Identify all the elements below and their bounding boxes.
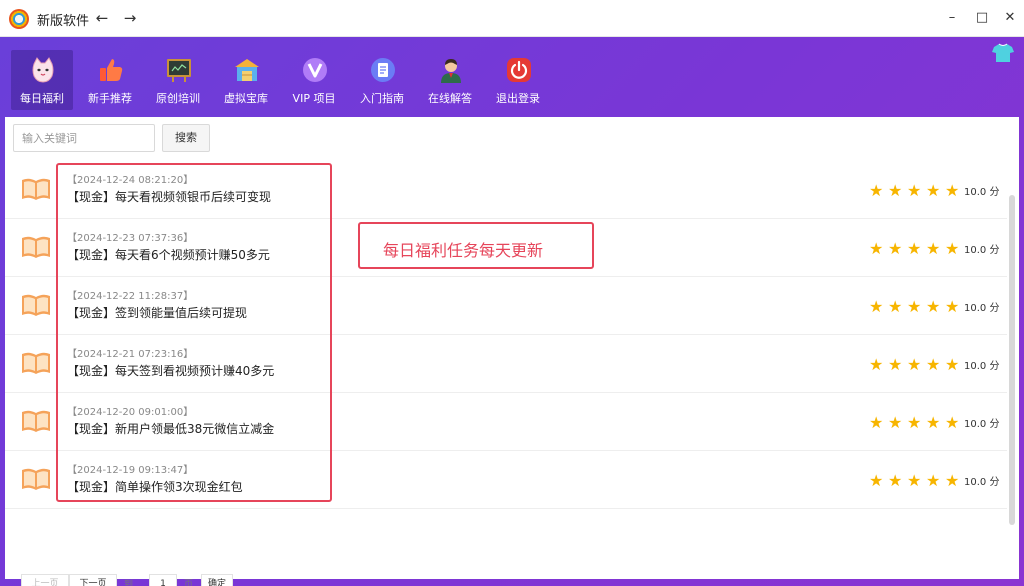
- page-number-input[interactable]: 1: [149, 574, 177, 586]
- star-icon: ★: [907, 355, 922, 374]
- nav-item-logout[interactable]: 退出登录: [487, 50, 549, 110]
- star-icon: ★: [888, 355, 903, 374]
- next-page-button[interactable]: 下一页: [69, 574, 117, 586]
- star-icon: ★: [945, 239, 960, 258]
- rating-stars: ★ ★ ★ ★ ★: [869, 239, 964, 258]
- nav-item-beginner[interactable]: 新手推荐: [79, 50, 141, 110]
- star-icon: ★: [869, 239, 884, 258]
- star-icon: ★: [926, 355, 941, 374]
- tshirt-icon[interactable]: [992, 43, 1014, 63]
- book-icon: [22, 178, 50, 200]
- star-icon: ★: [926, 471, 941, 490]
- nav-label: 在线解答: [428, 92, 472, 105]
- search-button[interactable]: 搜索: [162, 124, 210, 152]
- star-icon: ★: [926, 239, 941, 258]
- star-icon: ★: [945, 355, 960, 374]
- star-icon: ★: [926, 413, 941, 432]
- highlight-box: [56, 163, 332, 502]
- star-icon: ★: [907, 181, 922, 200]
- book-icon: [22, 410, 50, 432]
- thumbs-up-icon: [100, 59, 123, 81]
- star-icon: ★: [869, 297, 884, 316]
- list-scrollbar[interactable]: [1009, 195, 1015, 525]
- nav-item-daily-welfare[interactable]: 每日福利: [11, 50, 73, 110]
- nav-item-training[interactable]: 原创培训: [147, 50, 209, 110]
- star-icon: ★: [926, 181, 941, 200]
- arrow-right-icon[interactable]: →: [120, 8, 140, 28]
- power-icon: [507, 58, 531, 82]
- nav-item-vault[interactable]: 虚拟宝库: [215, 50, 277, 110]
- star-icon: ★: [926, 297, 941, 316]
- rating-stars: ★ ★ ★ ★ ★: [869, 355, 964, 374]
- star-icon: ★: [869, 413, 884, 432]
- item-score: 10.0 分: [964, 245, 1000, 256]
- item-score: 10.0 分: [964, 361, 1000, 372]
- support-agent-icon: [441, 59, 461, 83]
- star-icon: ★: [945, 471, 960, 490]
- annotation-text: 每日福利任务每天更新: [383, 241, 544, 260]
- arrow-left-icon[interactable]: ←: [92, 8, 112, 28]
- cat-icon: [32, 57, 54, 83]
- minimize-button[interactable]: –: [942, 8, 962, 28]
- book-icon: [22, 236, 50, 258]
- page-unit-label: 页: [184, 580, 194, 586]
- nav-label: 入门指南: [360, 92, 404, 105]
- star-icon: ★: [907, 471, 922, 490]
- title-bar: 新版软件 ← → – □ ✕: [0, 0, 1024, 37]
- rating-stars: ★ ★ ★ ★ ★: [869, 181, 964, 200]
- star-icon: ★: [945, 181, 960, 200]
- app-title: 新版软件: [37, 14, 90, 29]
- star-icon: ★: [945, 413, 960, 432]
- nav-item-vip[interactable]: VIP 项目: [283, 50, 345, 110]
- nav-item-guide[interactable]: 入门指南: [351, 50, 413, 110]
- maximize-button[interactable]: □: [972, 8, 992, 28]
- item-score: 10.0 分: [964, 477, 1000, 488]
- search-input[interactable]: [13, 124, 155, 152]
- annotation-callout: 每日福利任务每天更新: [358, 222, 594, 269]
- warehouse-icon: [235, 59, 259, 81]
- nav-item-online-help[interactable]: 在线解答: [419, 50, 481, 110]
- star-icon: ★: [945, 297, 960, 316]
- item-score: 10.0 分: [964, 187, 1000, 198]
- book-icon: [22, 294, 50, 316]
- vip-icon: [303, 58, 327, 82]
- star-icon: ★: [888, 181, 903, 200]
- book-icon: [22, 352, 50, 374]
- goto-label: 到第: [124, 580, 134, 586]
- item-score: 10.0 分: [964, 419, 1000, 430]
- nav-label: 每日福利: [20, 92, 64, 105]
- nav-label: 原创培训: [156, 92, 200, 105]
- star-icon: ★: [888, 297, 903, 316]
- star-icon: ★: [869, 471, 884, 490]
- star-icon: ★: [907, 239, 922, 258]
- book-icon: [22, 468, 50, 490]
- rating-stars: ★ ★ ★ ★ ★: [869, 471, 964, 490]
- nav-label: 退出登录: [496, 92, 540, 105]
- document-icon: [371, 58, 395, 82]
- star-icon: ★: [888, 239, 903, 258]
- star-icon: ★: [907, 413, 922, 432]
- star-icon: ★: [907, 297, 922, 316]
- nav-label: VIP 项目: [292, 92, 336, 105]
- nav-label: 新手推荐: [88, 92, 132, 105]
- star-icon: ★: [869, 355, 884, 374]
- close-button[interactable]: ✕: [1000, 8, 1020, 28]
- chalkboard-icon: [167, 59, 191, 82]
- nav-label: 虚拟宝库: [224, 92, 268, 105]
- rating-stars: ★ ★ ★ ★ ★: [869, 413, 964, 432]
- prev-page-button[interactable]: 上一页: [21, 574, 69, 586]
- rating-stars: ★ ★ ★ ★ ★: [869, 297, 964, 316]
- item-score: 10.0 分: [964, 303, 1000, 314]
- star-icon: ★: [869, 181, 884, 200]
- star-icon: ★: [888, 471, 903, 490]
- app-logo-icon: [9, 9, 29, 29]
- star-icon: ★: [888, 413, 903, 432]
- confirm-page-button[interactable]: 确定: [201, 574, 233, 586]
